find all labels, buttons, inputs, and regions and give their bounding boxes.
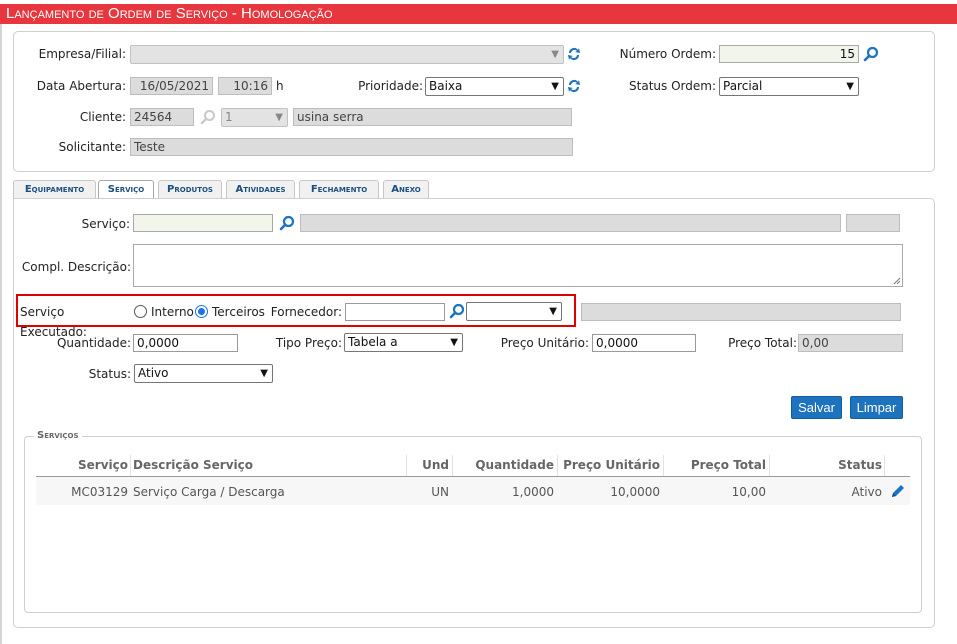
chevron-down-icon: ▼ (846, 81, 854, 92)
column-header-preco-unitario[interactable]: Preço Unitário (560, 455, 660, 475)
tab-fechamento[interactable]: Fechamento (299, 180, 379, 199)
status-ordem-label: Status Ordem: (629, 79, 716, 93)
page-title: Lançamento de Ordem de Serviço - Homolog… (0, 4, 957, 24)
refresh-icon[interactable] (566, 46, 582, 62)
salvar-button[interactable]: Salvar (791, 396, 842, 419)
preco-total-input[interactable]: 0,00 (798, 334, 903, 352)
cliente-label: Cliente: (79, 110, 126, 124)
cliente-code-input[interactable]: 24564 (130, 108, 194, 126)
column-header-servico[interactable]: Serviço (40, 455, 128, 475)
refresh-icon[interactable] (566, 78, 582, 94)
chevron-down-icon: ▼ (549, 306, 557, 317)
cell-quantidade: 1,0000 (512, 485, 554, 499)
terceiros-label: Terceiros (212, 305, 265, 319)
chevron-down-icon: ▼ (551, 49, 559, 60)
cell-descricao: Serviço Carga / Descarga (133, 485, 285, 499)
prioridade-label: Prioridade: (358, 79, 423, 93)
compl-descricao-textarea[interactable] (133, 244, 903, 287)
cell-und: UN (431, 485, 449, 499)
left-border (0, 24, 2, 644)
status-label: Status: (88, 367, 131, 381)
status-value: Ativo (138, 366, 169, 380)
solicitante-input[interactable]: Teste (130, 138, 573, 156)
fornecedor-input[interactable] (345, 303, 445, 321)
servico-description-input[interactable] (300, 214, 841, 232)
empresa-select[interactable]: ▼ (130, 45, 564, 64)
empresa-label: Empresa/Filial: (38, 47, 126, 61)
search-icon[interactable] (449, 303, 465, 319)
servico-label: Serviço: (81, 217, 130, 231)
fornecedor-label: Fornecedor: (270, 305, 342, 319)
column-header-preco-total[interactable]: Preço Total (666, 455, 766, 475)
tipo-preco-label: Tipo Preço: (275, 336, 342, 350)
fornecedor-select[interactable]: ▼ (466, 302, 562, 321)
cell-preco-total: 10,00 (731, 485, 766, 499)
edit-pencil-icon[interactable] (890, 483, 906, 499)
search-icon[interactable] (200, 109, 216, 125)
status-ordem-select[interactable]: Parcial ▼ (719, 77, 859, 96)
numero-ordem-label: Número Ordem: (619, 47, 716, 61)
tab-servico[interactable]: Serviço (98, 180, 154, 200)
quantidade-input[interactable]: 0,0000 (133, 334, 238, 352)
status-select[interactable]: Ativo ▼ (134, 364, 273, 383)
column-header-descricao[interactable]: Descrição Serviço (133, 455, 403, 475)
column-header-und[interactable]: Und (408, 455, 449, 475)
fornecedor-name-input[interactable] (581, 303, 901, 321)
services-legend: Serviços (34, 430, 82, 441)
tab-anexo[interactable]: Anexo (383, 180, 429, 199)
resize-grip-icon[interactable] (893, 277, 901, 285)
servico-executado-label: Serviço Executado: (20, 305, 87, 339)
tab-equipamento[interactable]: Equipamento (13, 180, 96, 199)
preco-unitario-input[interactable]: 0,0000 (592, 334, 696, 352)
compl-descricao-label: Compl. Descrição: (21, 260, 131, 274)
interno-label: Interno (151, 305, 194, 319)
servico-unit-input[interactable] (846, 214, 900, 232)
search-icon[interactable] (279, 215, 295, 231)
terceiros-radio[interactable] (195, 305, 208, 318)
cliente-name-input[interactable]: usina serra (293, 108, 572, 126)
preco-total-label: Preço Total: (728, 336, 797, 350)
cell-status: Ativo (851, 485, 882, 499)
column-header-status[interactable]: Status (772, 455, 882, 475)
chevron-down-icon: ▼ (275, 112, 283, 123)
interno-radio[interactable] (134, 305, 147, 318)
data-abertura-input[interactable]: 16/05/2021 (130, 77, 213, 95)
cliente-unit-value: 1 (225, 110, 233, 124)
chevron-down-icon: ▼ (260, 368, 268, 379)
chevron-down-icon: ▼ (551, 81, 559, 92)
chevron-down-icon: ▼ (450, 337, 458, 348)
prioridade-select[interactable]: Baixa ▼ (425, 77, 564, 96)
prioridade-value: Baixa (429, 79, 463, 93)
column-header-quantidade[interactable]: Quantidade (455, 455, 554, 475)
hora-abertura-input[interactable]: 10:16 (218, 77, 272, 95)
limpar-button[interactable]: Limpar (850, 396, 903, 419)
tab-produtos[interactable]: Produtos (158, 180, 222, 199)
preco-unitario-label: Preço Unitário: (500, 336, 589, 350)
data-abertura-label: Data Abertura: (36, 79, 126, 93)
cell-preco-unitario: 10,0000 (610, 485, 660, 499)
tipo-preco-select[interactable]: Tabela a ▼ (344, 333, 463, 352)
tipo-preco-value: Tabela a (348, 335, 398, 349)
tab-atividades[interactable]: Atividades (226, 180, 295, 199)
numero-ordem-input[interactable]: 15 (719, 45, 859, 63)
status-ordem-value: Parcial (723, 79, 763, 93)
quantidade-label: Quantidade: (56, 336, 131, 350)
search-icon[interactable] (863, 46, 879, 62)
cliente-unit-select[interactable]: 1 ▼ (221, 108, 288, 127)
solicitante-label: Solicitante: (58, 140, 126, 154)
cell-servico: MC03129 (71, 485, 128, 499)
hora-suffix: h (276, 79, 284, 93)
servico-code-input[interactable] (133, 214, 273, 232)
